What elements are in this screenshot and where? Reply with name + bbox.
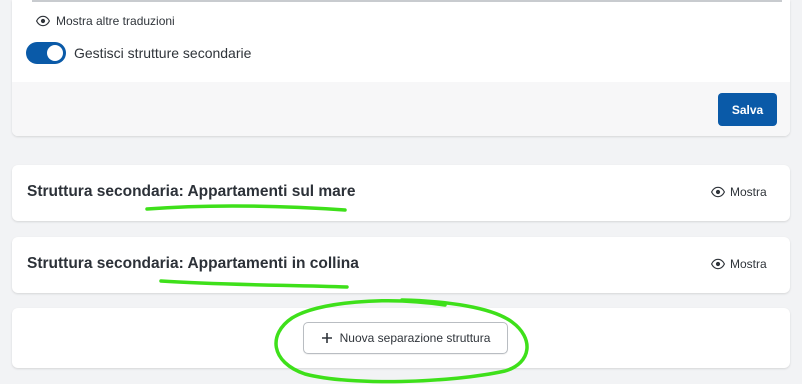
new-separation-card: Nuova separazione struttura xyxy=(12,308,790,368)
save-button[interactable]: Salva xyxy=(718,93,777,126)
show-secondary-structure-button[interactable]: Mostra xyxy=(711,257,767,271)
manage-secondary-label: Gestisci strutture secondarie xyxy=(74,45,252,61)
secondary-structure-title: Struttura secondaria: Appartamenti sul m… xyxy=(27,183,356,200)
toggle-knob xyxy=(47,45,63,61)
manage-secondary-toggle[interactable] xyxy=(26,42,66,64)
eye-icon xyxy=(711,186,725,198)
secondary-structure-title: Struttura secondaria: Appartamenti in co… xyxy=(27,255,359,272)
show-more-translations-label: Mostra altre traduzioni xyxy=(56,14,175,28)
show-more-translations-link[interactable]: Mostra altre traduzioni xyxy=(36,13,175,29)
secondary-structure-card: Struttura secondaria: Appartamenti sul m… xyxy=(12,165,790,221)
new-separation-button[interactable]: Nuova separazione struttura xyxy=(303,322,508,354)
field-divider xyxy=(32,0,782,2)
manage-secondary-row: Gestisci strutture secondarie xyxy=(26,42,251,64)
show-secondary-structure-button[interactable]: Mostra xyxy=(711,185,767,199)
new-separation-label: Nuova separazione struttura xyxy=(339,331,491,345)
settings-footer xyxy=(12,82,790,136)
secondary-structure-card: Struttura secondaria: Appartamenti in co… xyxy=(12,237,790,293)
eye-icon xyxy=(36,15,50,27)
eye-icon xyxy=(711,258,725,270)
show-label: Mostra xyxy=(730,185,767,199)
show-label: Mostra xyxy=(730,257,767,271)
plus-icon xyxy=(321,333,332,343)
